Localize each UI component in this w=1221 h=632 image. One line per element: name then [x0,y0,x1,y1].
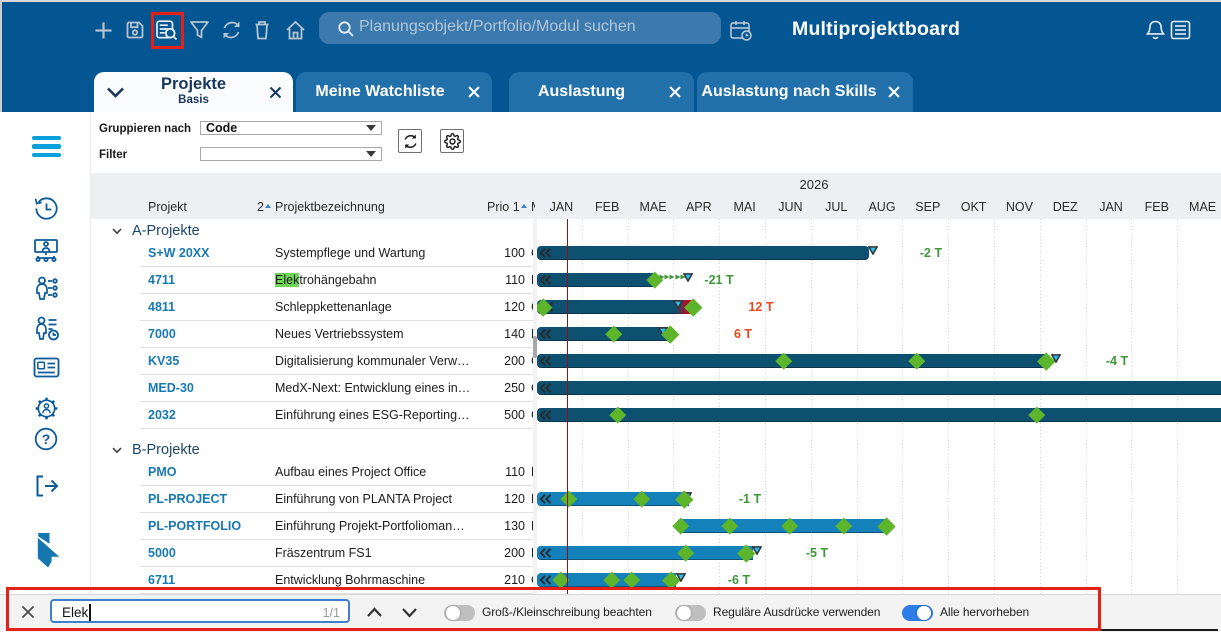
svg-text:?: ? [42,431,51,447]
